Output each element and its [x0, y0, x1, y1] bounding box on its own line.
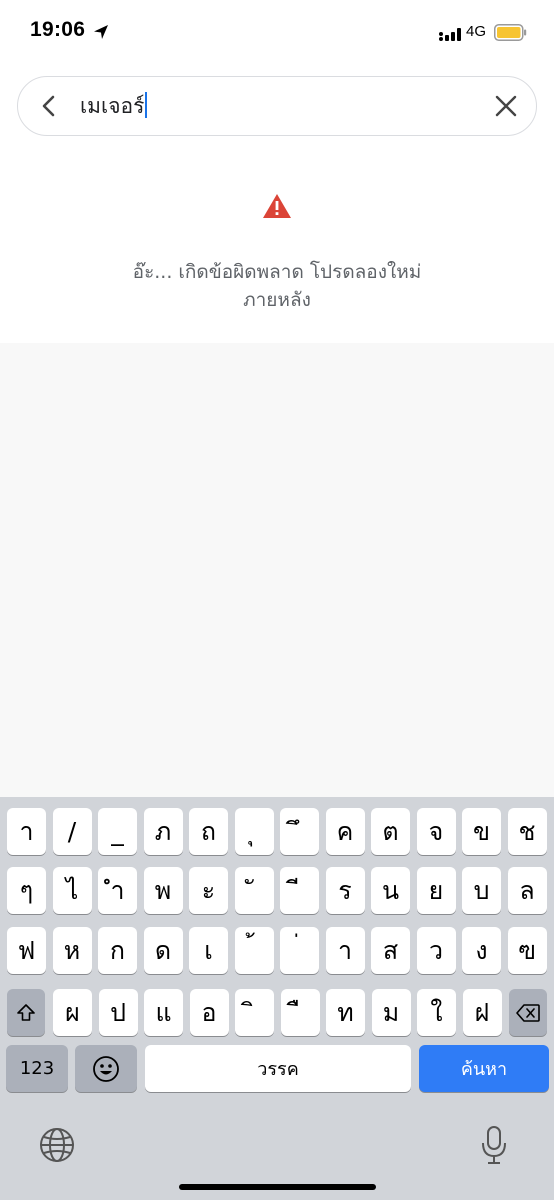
- key[interactable]: ๆ: [7, 867, 46, 914]
- globe-icon[interactable]: [38, 1126, 76, 1164]
- warning-triangle-icon: [263, 194, 291, 218]
- keyboard: า/_ภถุึคตจขช ๆไำพะัีรนยบล ฟหกดเ้่าสวงฃ ผ…: [0, 797, 554, 1200]
- key[interactable]: ท: [326, 989, 365, 1036]
- search-input[interactable]: เมเจอร์: [80, 85, 475, 127]
- key[interactable]: ต: [371, 808, 410, 855]
- key[interactable]: อ: [189, 989, 229, 1036]
- key[interactable]: ้: [234, 927, 274, 974]
- key[interactable]: _: [98, 808, 137, 855]
- status-bar: 19:06 4G: [0, 0, 554, 66]
- search-bar: เมเจอร์: [17, 76, 537, 136]
- key[interactable]: ฃ: [507, 927, 547, 974]
- key[interactable]: ะ: [189, 867, 228, 914]
- key[interactable]: ว: [416, 927, 456, 974]
- error-message-line-2: ภายหลัง: [243, 289, 311, 311]
- key[interactable]: ร: [325, 867, 365, 914]
- key[interactable]: ุ: [234, 808, 274, 855]
- network-type: 4G: [466, 23, 487, 40]
- backspace-icon: [516, 1003, 540, 1022]
- key[interactable]: ผ: [53, 989, 92, 1036]
- key[interactable]: า: [7, 808, 46, 855]
- search-query: เมเจอร์: [80, 94, 145, 118]
- key[interactable]: แ: [144, 989, 183, 1036]
- key[interactable]: ใ: [417, 989, 456, 1036]
- error-message-line-1: อ๊ะ... เกิดข้อผิดพลาด โปรดลองใหม่: [132, 261, 422, 283]
- key[interactable]: ข: [462, 808, 501, 855]
- backspace-key[interactable]: [509, 989, 547, 1036]
- key[interactable]: ด: [143, 927, 183, 974]
- key[interactable]: ่: [280, 927, 319, 974]
- location-arrow-icon: [94, 25, 108, 39]
- key[interactable]: ห: [52, 927, 92, 974]
- shift-key[interactable]: [7, 989, 45, 1036]
- key[interactable]: ส: [371, 927, 410, 974]
- key[interactable]: ไ: [52, 867, 92, 914]
- key[interactable]: ฟ: [7, 927, 46, 974]
- results-area: [0, 343, 554, 797]
- key[interactable]: ิ: [235, 989, 274, 1036]
- signal-bars-icon: [439, 28, 461, 41]
- key[interactable]: ึ: [280, 808, 319, 855]
- home-indicator: [179, 1184, 376, 1190]
- key[interactable]: ฝ: [462, 989, 502, 1036]
- key[interactable]: ี: [280, 867, 319, 914]
- key[interactable]: ำ: [98, 867, 137, 914]
- search-key[interactable]: ค้นหา: [419, 1045, 549, 1092]
- emoji-key[interactable]: [75, 1045, 137, 1092]
- key[interactable]: ป: [98, 989, 138, 1036]
- key[interactable]: น: [371, 867, 410, 914]
- key[interactable]: ื: [280, 989, 320, 1036]
- microphone-icon[interactable]: [480, 1125, 508, 1165]
- key[interactable]: า: [325, 927, 365, 974]
- key[interactable]: ก: [98, 927, 137, 974]
- emoji-icon: [93, 1055, 119, 1082]
- key[interactable]: ภ: [143, 808, 183, 855]
- key[interactable]: ง: [462, 927, 501, 974]
- key[interactable]: ย: [416, 867, 456, 914]
- error-message: อ๊ะ... เกิดข้อผิดพลาด โปรดลองใหม่ ภายหลั…: [60, 258, 494, 314]
- key[interactable]: ค: [325, 808, 365, 855]
- key[interactable]: เ: [189, 927, 228, 974]
- status-time: 19:06: [30, 18, 86, 41]
- close-icon[interactable]: [495, 95, 517, 117]
- chevron-left-icon[interactable]: [38, 94, 62, 118]
- key[interactable]: ถ: [189, 808, 228, 855]
- numbers-key[interactable]: 123: [6, 1045, 68, 1092]
- key[interactable]: จ: [416, 808, 456, 855]
- key[interactable]: ล: [507, 867, 547, 914]
- text-caret: [145, 92, 148, 118]
- key[interactable]: /: [52, 808, 92, 855]
- shift-icon: [17, 1003, 35, 1021]
- key[interactable]: บ: [462, 867, 501, 914]
- space-key[interactable]: วรรค: [145, 1045, 411, 1092]
- key[interactable]: ั: [234, 867, 274, 914]
- key[interactable]: พ: [143, 867, 183, 914]
- key[interactable]: ช: [507, 808, 547, 855]
- battery-icon: [494, 24, 527, 41]
- key[interactable]: ม: [371, 989, 411, 1036]
